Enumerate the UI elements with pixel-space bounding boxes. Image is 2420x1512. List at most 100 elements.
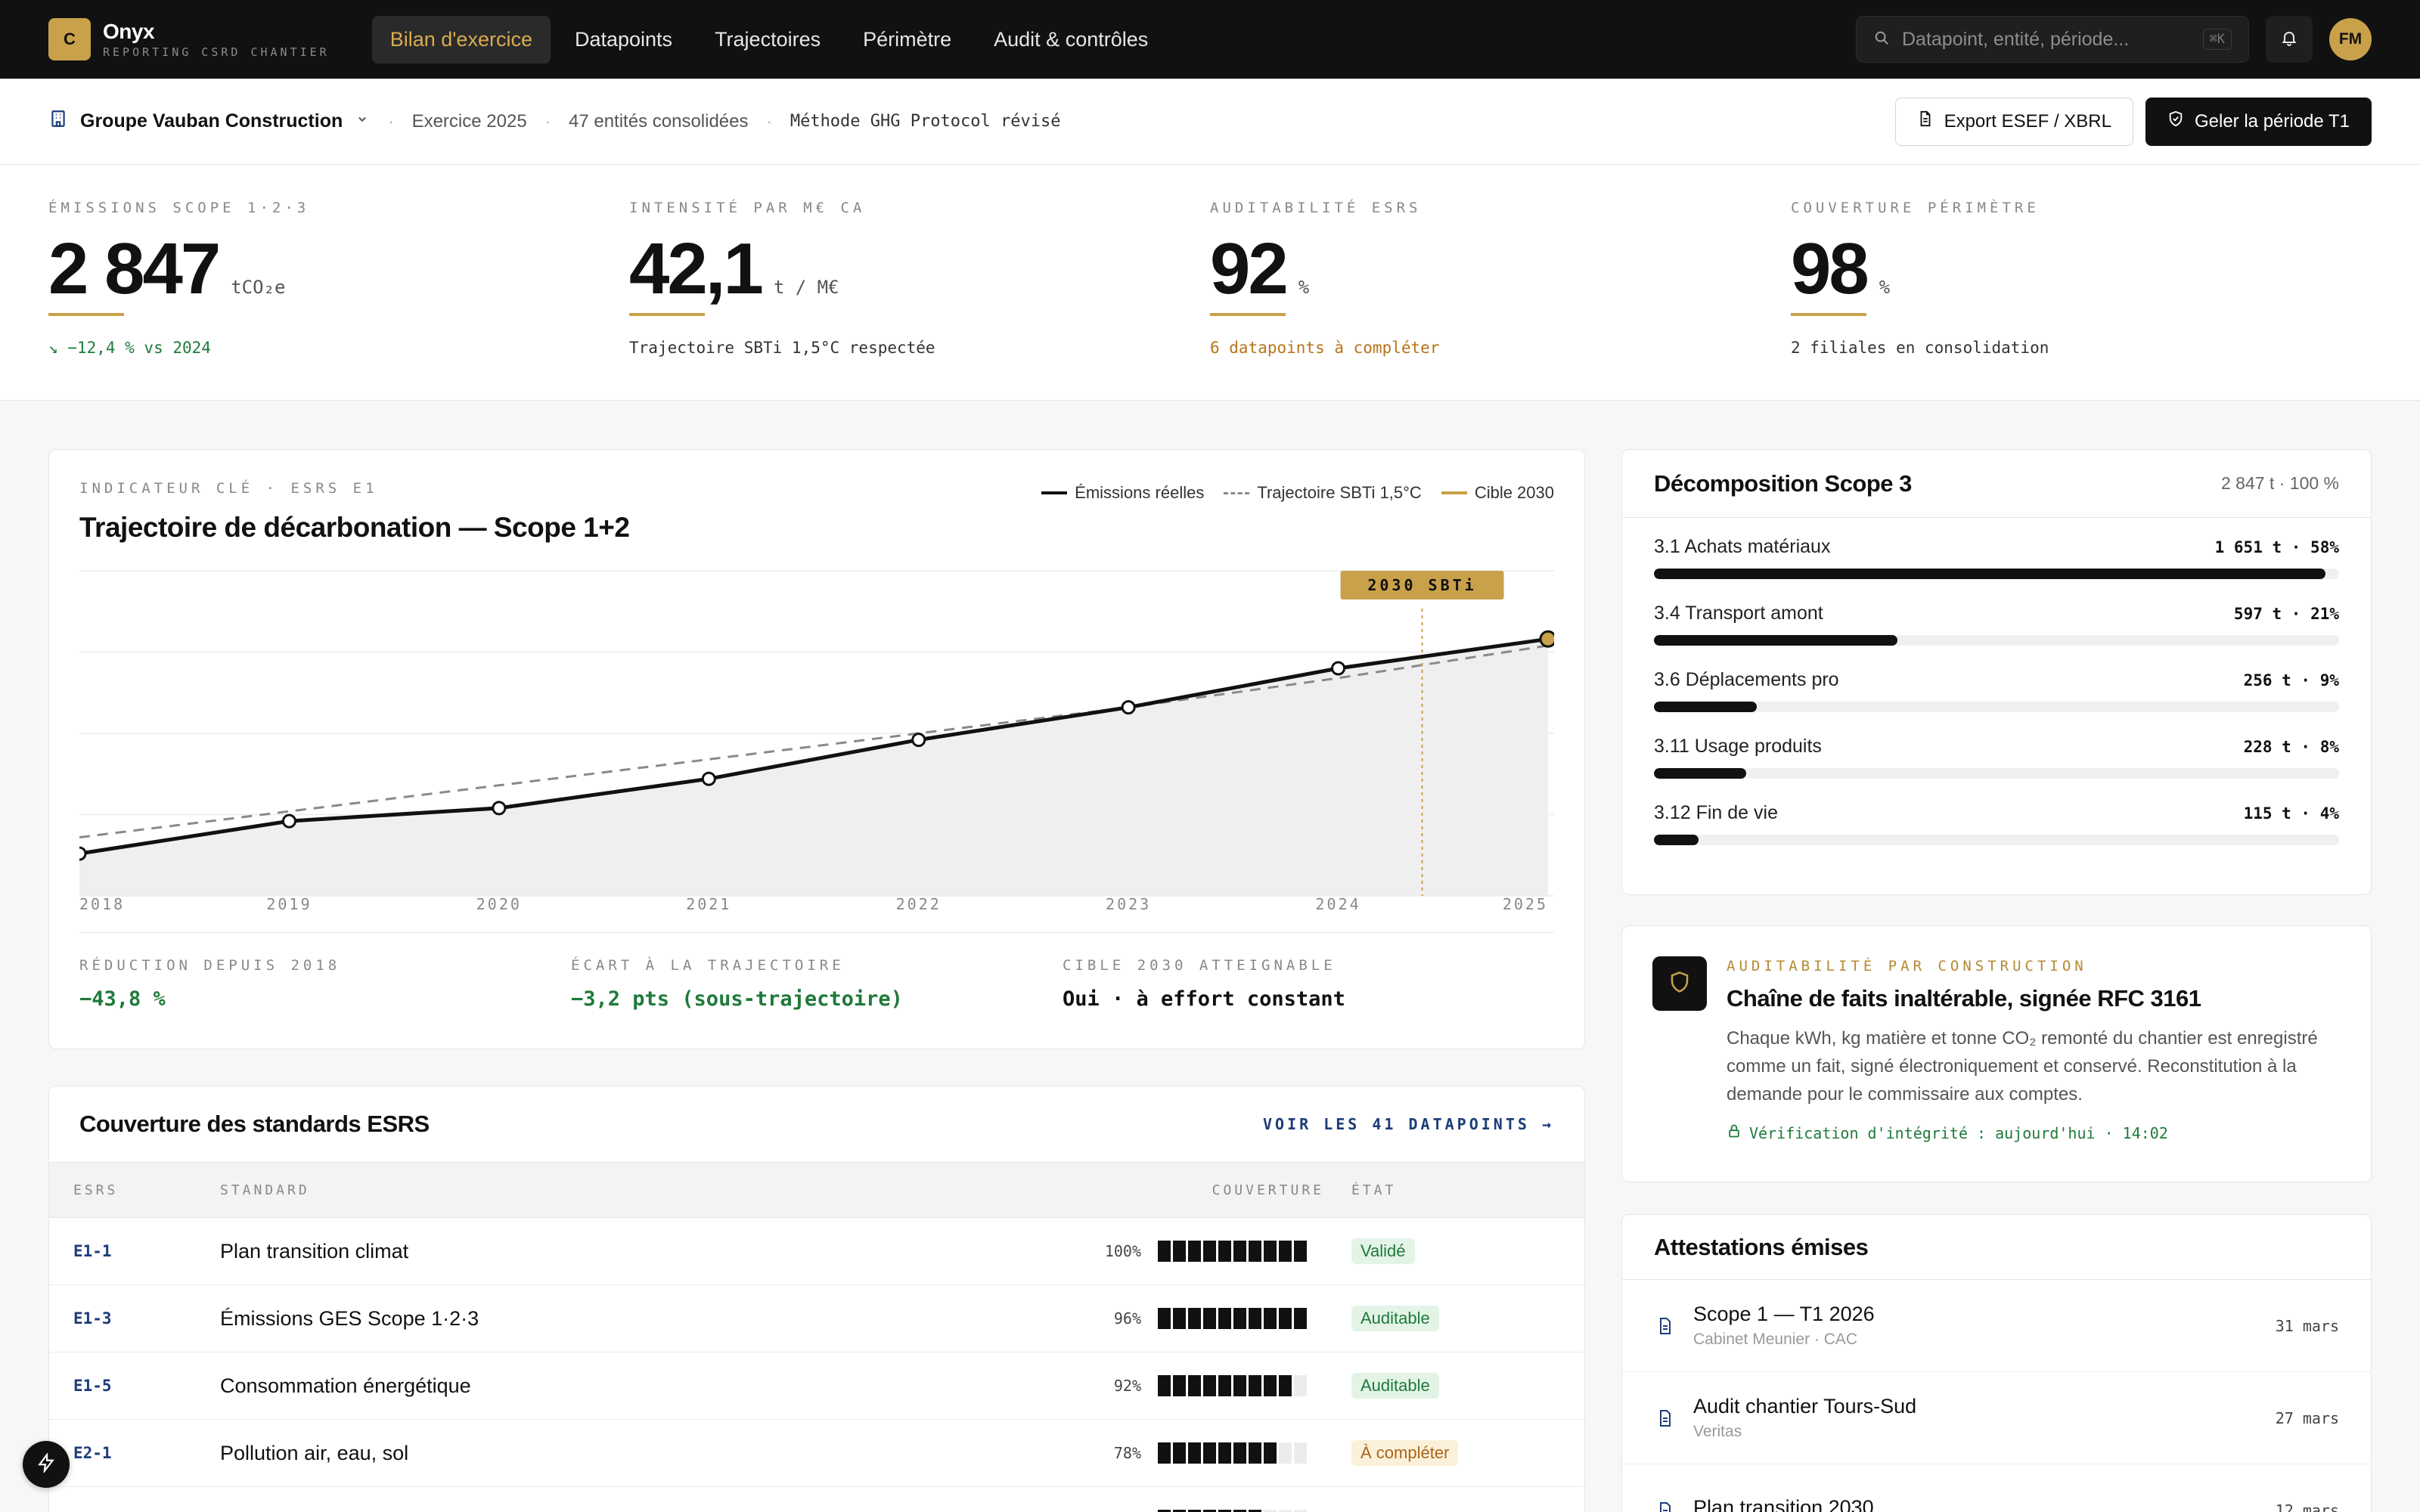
x-tick-label: 2021 xyxy=(686,895,731,911)
kpi-label: INTENSITÉ PAR M€ CA xyxy=(629,200,866,216)
kpi-value: 92 xyxy=(1210,228,1289,316)
column-header-standard[interactable]: STANDARD xyxy=(220,1182,994,1198)
export-esef-button[interactable]: Export ESEF / XBRL xyxy=(1894,97,2133,146)
scope3-item-value: 597 t · 21% xyxy=(2233,605,2339,623)
coverage-bar xyxy=(1158,1241,1341,1262)
scope3-item[interactable]: 3.11 Usage produits 228 t · 8% xyxy=(1654,736,2339,802)
kpi-strip: ÉMISSIONS SCOPE 1·2·3 2 847 tCO₂e ↘ −12,… xyxy=(0,165,2420,401)
nav-perimetre[interactable]: Périmètre xyxy=(845,16,970,64)
coverage-cell xyxy=(1233,1308,1246,1329)
kpi-value-row: 98 % xyxy=(1791,228,2372,316)
esrs-standard: Plan transition climat xyxy=(220,1239,409,1263)
app-logo[interactable]: C xyxy=(48,18,91,60)
legend-item-actual[interactable]: Émissions réelles xyxy=(1041,483,1204,503)
x-tick-label: 2022 xyxy=(896,895,942,911)
coverage-cell xyxy=(1279,1442,1292,1464)
document-icon xyxy=(1654,1409,1677,1427)
scope3-item-line: 3.6 Déplacements pro 256 t · 9% xyxy=(1654,669,2339,691)
user-avatar[interactable]: FM xyxy=(2329,18,2372,60)
trajectory-chart: 2030 SBTi 2018 2019 2020 2021 2022 2023 2024 202… xyxy=(79,570,1554,911)
search-input[interactable] xyxy=(1902,28,2203,51)
attestation-item[interactable]: Scope 1 — T1 2026 Cabinet Meunier · CAC … xyxy=(1622,1280,2371,1372)
coverage-cell xyxy=(1218,1442,1231,1464)
audit-body: AUDITABILITÉ PAR CONSTRUCTION Chaîne de … xyxy=(1727,958,2341,1142)
data-point xyxy=(1331,661,1346,676)
kpi-value-row: 42,1 t / M€ xyxy=(629,233,1210,316)
scope3-item[interactable]: 3.12 Fin de vie 115 t · 4% xyxy=(1654,802,2339,869)
footer-label: ÉCART À LA TRAJECTOIRE xyxy=(571,957,845,974)
data-point xyxy=(281,813,296,829)
view-datapoints-link[interactable]: VOIR LES 41 DATAPOINTS → xyxy=(1263,1115,1554,1133)
esrs-code[interactable]: E2-1 xyxy=(49,1444,220,1462)
coverage-cell xyxy=(1294,1375,1307,1396)
app-name: Onyx xyxy=(103,20,155,43)
table-row[interactable] xyxy=(49,1487,1584,1512)
scope3-item[interactable]: 3.6 Déplacements pro 256 t · 9% xyxy=(1654,669,2339,736)
coverage-cell xyxy=(1264,1375,1277,1396)
coverage-cell xyxy=(1203,1241,1216,1262)
table-row[interactable]: E2-1 Pollution air, eau, sol 78% À compl… xyxy=(49,1420,1584,1487)
audit-title: Chaîne de faits inaltérable, signée RFC … xyxy=(1727,985,2201,1012)
scope3-bar-fill xyxy=(1654,569,2325,579)
x-tick-label: 2024 xyxy=(1315,895,1360,911)
column-header-state[interactable]: ÉTAT xyxy=(1341,1182,1568,1198)
freeze-period-button[interactable]: Geler la période T1 xyxy=(2145,97,2372,146)
attestation-name: Plan transition 2030 xyxy=(1693,1496,1874,1512)
notifications-button[interactable] xyxy=(2266,16,2313,63)
column-header-code[interactable]: ESRS xyxy=(49,1182,220,1198)
integrity-check[interactable]: Vérification d'intégrité : aujourd'hui ·… xyxy=(1727,1123,2341,1142)
esrs-table-body: E1-1 Plan transition climat 100% Validé … xyxy=(49,1218,1584,1512)
coverage-bar xyxy=(1158,1442,1341,1464)
scope3-item[interactable]: 3.4 Transport amont 597 t · 21% xyxy=(1654,603,2339,669)
organization-name: Groupe Vauban Construction xyxy=(80,110,343,132)
context-bar: Groupe Vauban Construction · Exercice 20… xyxy=(0,79,2420,165)
footer-value: −43,8 % xyxy=(79,987,166,1011)
attestation-texts: Audit chantier Tours-Sud Veritas xyxy=(1693,1395,2276,1441)
data-point xyxy=(79,846,87,861)
scope3-item[interactable]: 3.1 Achats matériaux 1 651 t · 58% xyxy=(1654,536,2339,603)
scope3-item-name: 3.12 Fin de vie xyxy=(1654,802,1778,823)
marker-label: 2030 SBTi xyxy=(1367,576,1476,594)
table-row[interactable]: E1-5 Consommation énergétique 92% Audita… xyxy=(49,1352,1584,1420)
quick-action-button[interactable] xyxy=(23,1441,70,1488)
coverage-cell xyxy=(1279,1375,1292,1396)
coverage-percent: 78% xyxy=(1113,1444,1141,1462)
search-box[interactable]: ⌘K xyxy=(1856,16,2249,63)
nav-bilan[interactable]: Bilan d'exercice xyxy=(371,15,551,64)
attestation-item[interactable]: Plan transition 2030 12 mars xyxy=(1622,1464,2371,1512)
kpi-value: 98 xyxy=(1791,228,1869,316)
main-nav: Bilan d'exercice Datapoints Trajectoires… xyxy=(371,15,1167,64)
legend-item-target[interactable]: Cible 2030 xyxy=(1441,483,1554,503)
table-row[interactable]: E1-3 Émissions GES Scope 1·2·3 96% Audit… xyxy=(49,1285,1584,1352)
kpi-note: ↘ −12,4 % vs 2024 xyxy=(48,339,211,357)
kpi-emissions: ÉMISSIONS SCOPE 1·2·3 2 847 tCO₂e ↘ −12,… xyxy=(48,165,629,400)
scope3-bar-track xyxy=(1654,768,2339,779)
attestations-header: Attestations émises xyxy=(1622,1215,2371,1280)
scope3-bar-track xyxy=(1654,835,2339,845)
legend-label: Émissions réelles xyxy=(1075,483,1205,502)
organization-selector[interactable]: Groupe Vauban Construction xyxy=(48,109,370,134)
column-header-coverage[interactable]: COUVERTURE xyxy=(994,1182,1341,1198)
coverage-cell xyxy=(1218,1241,1231,1262)
document-icon xyxy=(1917,110,1934,132)
scope3-bar-track xyxy=(1654,635,2339,646)
legend-item-sbti[interactable]: Trajectoire SBTi 1,5°C xyxy=(1224,483,1422,503)
coverage-cell xyxy=(1279,1241,1292,1262)
attestations-card: Attestations émises Scope 1 — T1 2026 Ca… xyxy=(1621,1214,2372,1512)
coverage-cell xyxy=(1158,1308,1171,1329)
esrs-code[interactable]: E1-3 xyxy=(49,1309,220,1328)
nav-trajectoires[interactable]: Trajectoires xyxy=(697,16,839,64)
attestation-item[interactable]: Audit chantier Tours-Sud Veritas 27 mars xyxy=(1622,1372,2371,1464)
state-cell: À compléter xyxy=(1341,1440,1568,1466)
kpi-note[interactable]: 6 datapoints à compléter xyxy=(1210,339,1791,357)
attestations-title: Attestations émises xyxy=(1654,1233,1869,1260)
scope3-item-value: 228 t · 8% xyxy=(2243,738,2339,756)
x-tick-label: 2018 xyxy=(79,895,125,911)
scope3-item-value: 256 t · 9% xyxy=(2243,671,2339,689)
nav-audit[interactable]: Audit & contrôles xyxy=(976,16,1166,64)
nav-datapoints[interactable]: Datapoints xyxy=(557,16,690,64)
exercise-label[interactable]: Exercice 2025 xyxy=(412,111,527,132)
esrs-code[interactable]: E1-1 xyxy=(49,1242,220,1260)
table-row[interactable]: E1-1 Plan transition climat 100% Validé xyxy=(49,1218,1584,1285)
esrs-code[interactable]: E1-5 xyxy=(49,1377,220,1395)
